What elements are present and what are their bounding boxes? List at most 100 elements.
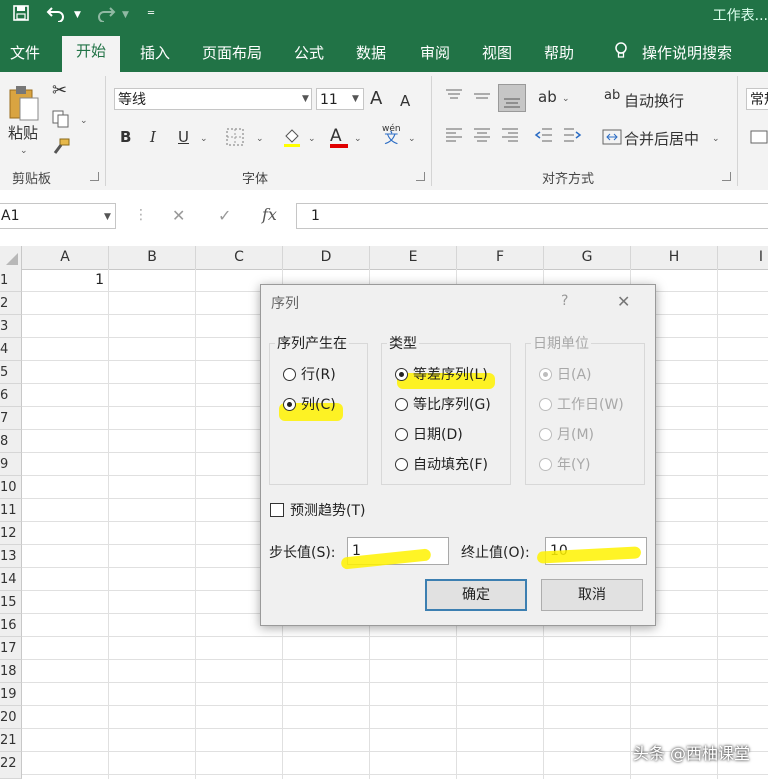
row-header-7[interactable]: 7 [0, 407, 22, 430]
grow-font-icon[interactable]: A [370, 88, 382, 109]
align-top-icon[interactable] [444, 88, 464, 110]
radio-growth-circle[interactable] [395, 398, 408, 411]
tab-page-layout[interactable]: 页面布局 [194, 38, 270, 67]
tab-home[interactable]: 开始 [62, 36, 121, 76]
save-icon[interactable] [12, 4, 30, 26]
alignment-launcher-icon[interactable] [722, 172, 731, 181]
column-header-d[interactable]: D [283, 246, 370, 269]
row-header-3[interactable]: 3 [0, 315, 22, 338]
tab-help[interactable]: 帮助 [536, 38, 582, 67]
bold-button[interactable]: B [120, 128, 131, 146]
radio-date-circle[interactable] [395, 428, 408, 441]
customize-toolbar-icon[interactable]: ═ [148, 8, 154, 19]
ok-button[interactable]: 确定 [425, 579, 527, 611]
radio-linear-circle[interactable] [395, 368, 408, 381]
trend-checkbox[interactable]: 预测趋势(T) [270, 501, 365, 521]
trend-checkbox-box[interactable] [270, 503, 284, 517]
align-right-icon[interactable] [500, 126, 520, 148]
radio-date[interactable]: 日期(D) [395, 425, 463, 445]
clipboard-launcher-icon[interactable] [90, 172, 99, 181]
radio-autofill-circle[interactable] [395, 458, 408, 471]
paste-button[interactable]: 粘贴 [8, 122, 38, 143]
cancel-button[interactable]: 取消 [541, 579, 643, 611]
row-header-10[interactable]: 10 [0, 476, 22, 499]
accounting-format-icon[interactable] [750, 128, 768, 150]
tab-formulas[interactable]: 公式 [286, 38, 332, 67]
tab-review[interactable]: 审阅 [412, 38, 458, 67]
column-header-a[interactable]: A [22, 246, 109, 269]
row-header-22[interactable]: 22 [0, 752, 22, 779]
column-header-f[interactable]: F [457, 246, 544, 269]
select-all-corner[interactable] [0, 246, 22, 269]
underline-button[interactable]: U [178, 128, 189, 146]
row-header-20[interactable]: 20 [0, 706, 22, 729]
orientation-dropdown-icon[interactable]: ⌄ [562, 94, 570, 104]
font-color-dropdown-icon[interactable]: ⌄ [354, 134, 362, 144]
undo-icon[interactable] [46, 4, 66, 26]
row-header-11[interactable]: 11 [0, 499, 22, 522]
formula-input[interactable]: 1 [296, 203, 768, 229]
borders-icon[interactable] [226, 128, 244, 150]
row-header-8[interactable]: 8 [0, 430, 22, 453]
phonetic-dropdown-icon[interactable]: ⌄ [408, 134, 416, 144]
wrap-text-icon[interactable]: ab [604, 88, 620, 103]
phonetic-guide-icon[interactable]: wén 文 [382, 124, 401, 146]
font-color-icon[interactable]: A [330, 126, 348, 148]
align-bottom-icon[interactable] [498, 84, 526, 112]
font-name-dropdown-icon[interactable]: ▼ [302, 94, 309, 104]
font-launcher-icon[interactable] [416, 172, 425, 181]
row-header-9[interactable]: 9 [0, 453, 22, 476]
radio-columns-circle[interactable] [283, 398, 296, 411]
cancel-entry-icon[interactable]: ✕ [172, 206, 185, 225]
font-name-select[interactable]: 等线 [114, 88, 312, 110]
row-header-21[interactable]: 21 [0, 729, 22, 752]
tab-data[interactable]: 数据 [348, 38, 394, 67]
radio-rows[interactable]: 行(R) [283, 365, 336, 385]
row-header-14[interactable]: 14 [0, 568, 22, 591]
row-header-18[interactable]: 18 [0, 660, 22, 683]
redo-dropdown-icon[interactable]: ▼ [122, 10, 129, 20]
column-header-i[interactable]: I [718, 246, 768, 269]
tell-me-search[interactable]: 操作说明搜索 [634, 38, 740, 67]
tab-file[interactable]: 文件 [2, 38, 48, 67]
copy-icon[interactable] [52, 110, 70, 132]
undo-dropdown-icon[interactable]: ▼ [74, 10, 81, 20]
insert-function-icon[interactable]: fx [262, 205, 277, 224]
row-header-12[interactable]: 12 [0, 522, 22, 545]
row-header-17[interactable]: 17 [0, 637, 22, 660]
column-header-e[interactable]: E [370, 246, 457, 269]
wrap-text-button[interactable]: 自动换行 [624, 90, 684, 111]
align-center-icon[interactable] [472, 126, 492, 148]
tab-view[interactable]: 视图 [474, 38, 520, 67]
radio-columns[interactable]: 列(C) [283, 395, 336, 415]
row-header-15[interactable]: 15 [0, 591, 22, 614]
font-size-dropdown-icon[interactable]: ▼ [352, 94, 359, 104]
tab-insert[interactable]: 插入 [132, 38, 178, 67]
align-middle-icon[interactable] [472, 88, 492, 110]
radio-growth[interactable]: 等比序列(G) [395, 395, 491, 415]
copy-dropdown-icon[interactable]: ⌄ [80, 116, 88, 126]
cell-a1[interactable]: 1 [22, 269, 108, 291]
fill-color-dropdown-icon[interactable]: ⌄ [308, 134, 316, 144]
name-box-dropdown-icon[interactable]: ▼ [104, 212, 111, 222]
row-header-4[interactable]: 4 [0, 338, 22, 361]
cut-icon[interactable]: ✂ [52, 80, 67, 101]
row-header-13[interactable]: 13 [0, 545, 22, 568]
increase-indent-icon[interactable] [562, 126, 582, 148]
row-header-1[interactable]: 1 [0, 269, 22, 292]
decrease-indent-icon[interactable] [534, 126, 554, 148]
radio-rows-circle[interactable] [283, 368, 296, 381]
merge-dropdown-icon[interactable]: ⌄ [712, 134, 720, 144]
radio-linear[interactable]: 等差序列(L) [395, 365, 488, 385]
row-header-16[interactable]: 16 [0, 614, 22, 637]
column-header-b[interactable]: B [109, 246, 196, 269]
enter-entry-icon[interactable]: ✓ [218, 206, 231, 225]
row-header-19[interactable]: 19 [0, 683, 22, 706]
row-header-6[interactable]: 6 [0, 384, 22, 407]
redo-icon[interactable] [96, 4, 116, 26]
name-box[interactable]: A1 [0, 203, 116, 229]
orientation-icon[interactable]: ab [538, 88, 557, 106]
column-header-h[interactable]: H [631, 246, 718, 269]
row-header-2[interactable]: 2 [0, 292, 22, 315]
align-left-icon[interactable] [444, 126, 464, 148]
